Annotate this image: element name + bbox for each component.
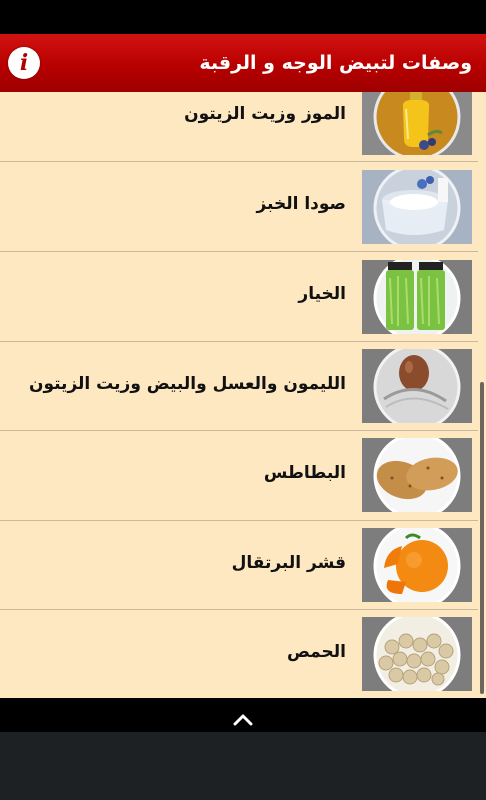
list-item[interactable]: الحمص <box>0 610 478 698</box>
page-title: وصفات لتبيض الوجه و الرقبة <box>199 52 472 74</box>
list-item[interactable]: الخيار <box>0 252 478 342</box>
list-item-label: الموز وزيت الزيتون <box>184 104 346 124</box>
list-item-label: صودا الخبز <box>256 194 346 214</box>
chevron-up-icon[interactable] <box>233 711 253 726</box>
chickpeas-icon <box>362 617 472 691</box>
list-item[interactable]: قشر البرتقال <box>0 521 478 610</box>
info-button[interactable]: i <box>8 47 40 79</box>
potato-icon <box>362 438 472 512</box>
list-item[interactable]: صودا الخبز <box>0 162 478 252</box>
list-item-label: الحمص <box>286 642 346 662</box>
cucumber-juice-icon <box>362 260 472 334</box>
status-bar <box>0 0 486 34</box>
orange-peel-icon <box>362 528 472 602</box>
scrollbar[interactable] <box>480 382 484 694</box>
recipe-list[interactable]: الموز وزيت الزيتون صودا الخبز الخيار الل… <box>0 92 486 698</box>
list-item[interactable]: الليمون والعسل والبيض وزيت الزيتون <box>0 342 478 431</box>
list-item-label: البطاطس <box>263 463 346 483</box>
app-header: i وصفات لتبيض الوجه و الرقبة <box>0 34 486 92</box>
egg-icon <box>362 349 472 423</box>
list-item-label: الخيار <box>298 284 346 304</box>
olive-oil-icon <box>362 92 472 155</box>
list-item[interactable]: البطاطس <box>0 431 478 521</box>
list-item-label: قشر البرتقال <box>231 553 346 573</box>
info-icon: i <box>19 50 29 76</box>
list-item-label: الليمون والعسل والبيض وزيت الزيتون <box>28 374 346 394</box>
baking-soda-icon <box>362 170 472 244</box>
list-item[interactable]: الموز وزيت الزيتون <box>0 92 478 162</box>
navigation-bar <box>0 732 486 800</box>
